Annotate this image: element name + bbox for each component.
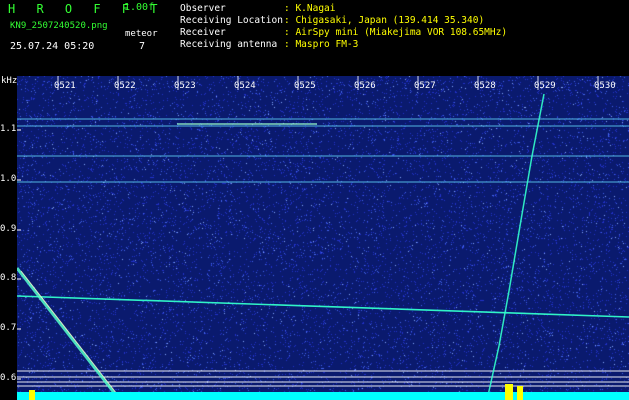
x-tick-label: 0524 <box>234 81 256 91</box>
spectrogram-view <box>17 76 629 400</box>
x-tick-label: 0526 <box>354 81 376 91</box>
version-label: 1.00f <box>124 2 155 13</box>
x-tick-label: 0522 <box>114 81 136 91</box>
info-key-observer: Observer <box>180 3 226 14</box>
x-tick-label: 0521 <box>54 81 76 91</box>
datetime-label: 25.07.24 05:20 <box>10 41 95 52</box>
info-value-observer: : K.Nagai <box>284 3 336 14</box>
y-tick-label: 0.7 <box>0 323 17 333</box>
info-value-location: : Chigasaki, Japan (139.414 35.340) <box>284 15 485 26</box>
info-value-antenna: : Maspro FM-3 <box>284 39 359 50</box>
header-panel: H R O F F T 1.00f KN9_2507240520.png met… <box>0 0 629 86</box>
x-tick-label: 0529 <box>534 81 556 91</box>
info-key-location: Receiving Location <box>180 15 283 26</box>
info-key-receiver: Receiver <box>180 27 226 38</box>
x-tick-label: 0523 <box>174 81 196 91</box>
meteor-label: meteor <box>125 29 158 39</box>
meteor-count: 7 <box>139 41 146 52</box>
y-tick-label: 1.1 <box>0 124 17 134</box>
info-key-antenna: Receiving antenna <box>180 39 278 50</box>
y-axis-unit: kHz <box>1 76 18 86</box>
y-tick-label: 1.0 <box>0 174 17 184</box>
spectrogram-overlay <box>17 76 629 400</box>
info-value-receiver: : AirSpy mini (Miakejima VOR 108.65MHz) <box>284 27 508 38</box>
x-tick-label: 0530 <box>594 81 616 91</box>
x-tick-label: 0528 <box>474 81 496 91</box>
y-tick-label: 0.8 <box>0 273 17 283</box>
y-tick-label: 0.9 <box>0 224 17 234</box>
y-tick-label: 0.6 <box>0 373 17 383</box>
x-tick-label: 0525 <box>294 81 316 91</box>
x-tick-label: 0527 <box>414 81 436 91</box>
filename-label: KN9_2507240520.png <box>10 21 108 31</box>
